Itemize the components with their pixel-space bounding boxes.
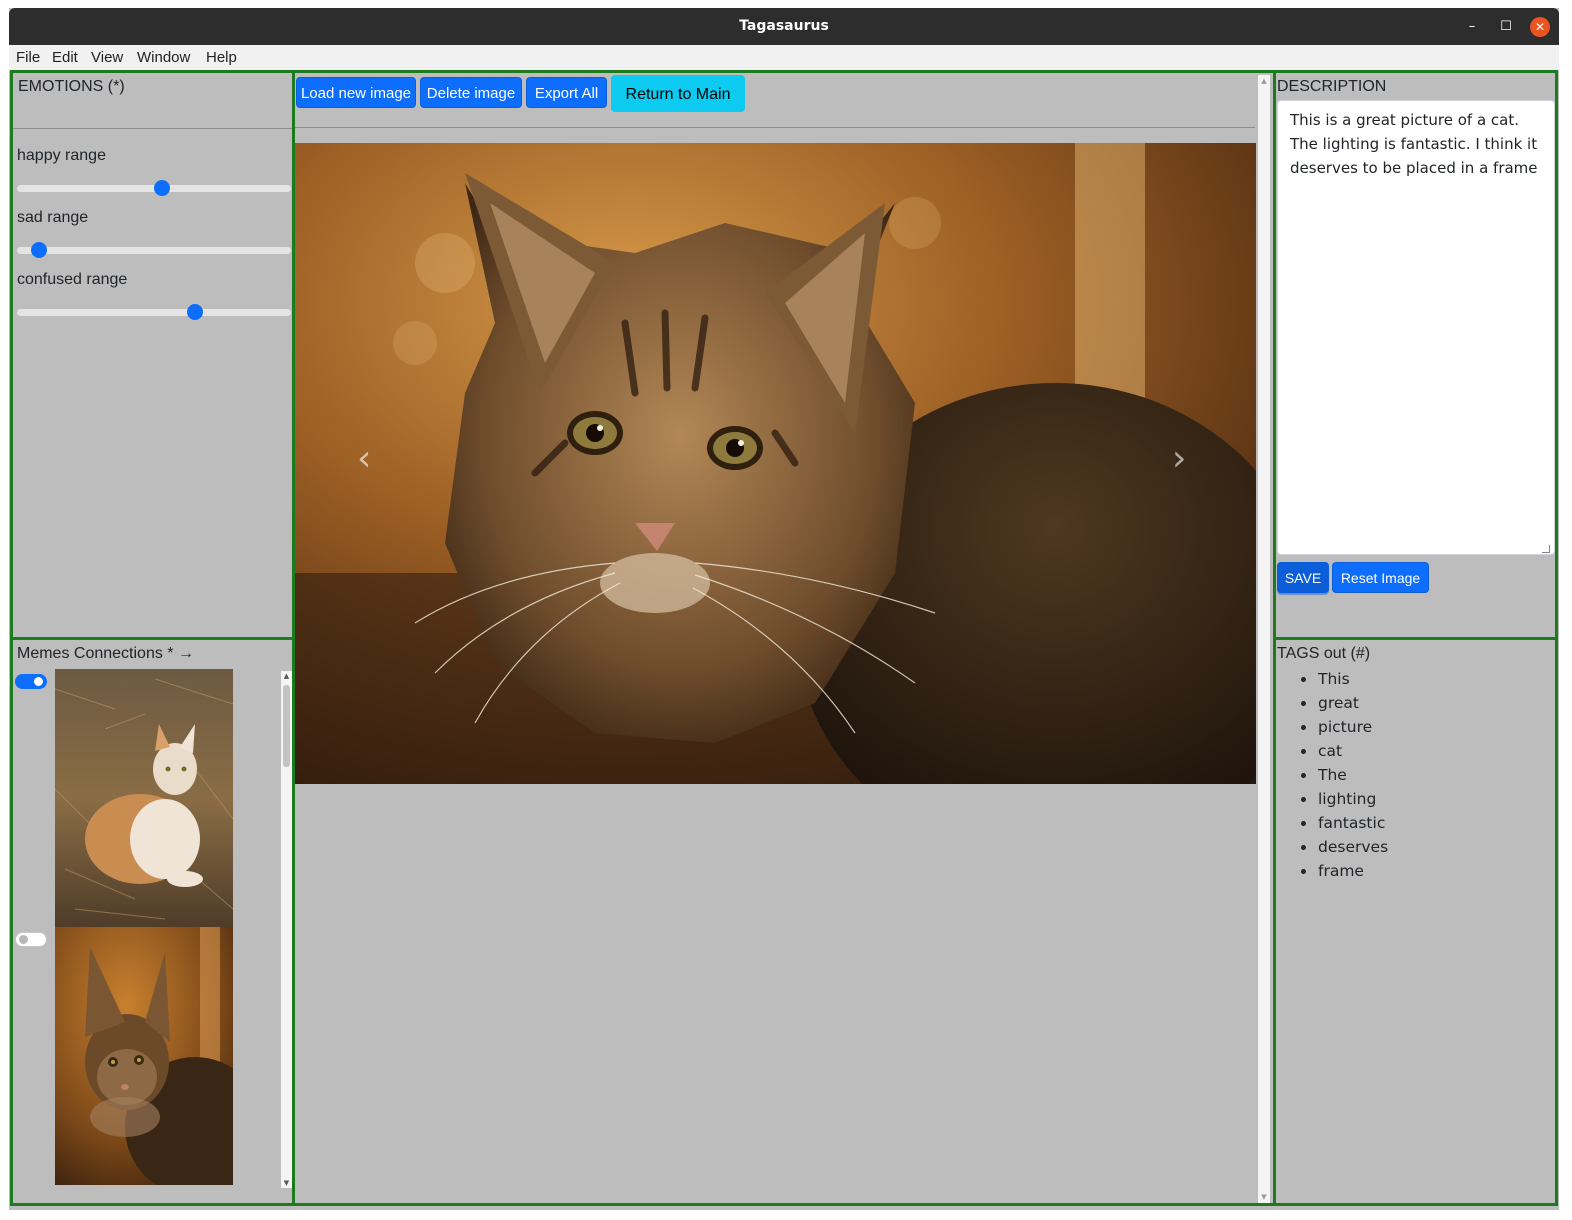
viewer-scrollbar[interactable]: ▲ ▼ bbox=[1258, 75, 1270, 1203]
app-window: Tagasaurus – ☐ ✕ File Edit View Window H… bbox=[9, 8, 1559, 1210]
title-bar[interactable]: Tagasaurus – ☐ ✕ bbox=[9, 8, 1559, 45]
resize-grip-icon[interactable] bbox=[1542, 545, 1550, 553]
emotions-panel: EMOTIONS (*) happy range sad range confu… bbox=[10, 70, 295, 640]
meme-item bbox=[13, 927, 280, 1185]
scroll-down-arrow-icon[interactable]: ▼ bbox=[281, 1179, 292, 1187]
return-to-main-button[interactable]: Return to Main bbox=[611, 75, 745, 112]
delete-image-button[interactable]: Delete image bbox=[420, 77, 522, 108]
scroll-down-arrow-icon[interactable]: ▼ bbox=[1258, 1193, 1270, 1201]
menu-file[interactable]: File bbox=[16, 49, 40, 66]
sad-range-label: sad range bbox=[17, 209, 89, 226]
description-heading: DESCRIPTION bbox=[1277, 78, 1387, 95]
tag-item: picture bbox=[1300, 715, 1388, 739]
tag-item: The bbox=[1300, 763, 1388, 787]
menu-bar: File Edit View Window Help bbox=[9, 45, 1559, 71]
maximize-icon[interactable]: ☐ bbox=[1496, 17, 1516, 37]
menu-edit[interactable]: Edit bbox=[52, 49, 78, 66]
menu-view[interactable]: View bbox=[91, 49, 123, 66]
emotions-divider bbox=[13, 128, 292, 129]
description-panel: DESCRIPTION This is a great picture of a… bbox=[1273, 70, 1558, 640]
meme-thumbnail-image[interactable] bbox=[55, 669, 233, 927]
export-all-button[interactable]: Export All bbox=[526, 77, 607, 108]
meme-toggle-switch[interactable] bbox=[15, 932, 47, 947]
tag-item: cat bbox=[1300, 739, 1388, 763]
main-image[interactable]: ‹ › bbox=[295, 143, 1256, 784]
tag-item: This bbox=[1300, 667, 1388, 691]
tag-item: frame bbox=[1300, 859, 1388, 883]
load-image-button[interactable]: Load new image bbox=[296, 77, 416, 108]
minimize-icon[interactable]: – bbox=[1462, 17, 1482, 37]
toggle-knob bbox=[34, 677, 43, 686]
tag-item: great bbox=[1300, 691, 1388, 715]
tag-item: fantastic bbox=[1300, 811, 1388, 835]
meme-toggle-switch[interactable] bbox=[15, 674, 47, 689]
save-button[interactable]: SAVE bbox=[1277, 562, 1329, 593]
happy-range-slider[interactable] bbox=[17, 180, 291, 196]
confused-range-slider[interactable] bbox=[17, 304, 291, 320]
emotions-heading: EMOTIONS (*) bbox=[18, 78, 125, 95]
window-title: Tagasaurus bbox=[739, 18, 829, 34]
tags-heading: TAGS out (#) bbox=[1277, 645, 1371, 662]
sad-range-slider[interactable] bbox=[17, 242, 291, 258]
menu-help[interactable]: Help bbox=[206, 49, 237, 66]
meme-item bbox=[13, 669, 280, 927]
scroll-up-arrow-icon[interactable]: ▲ bbox=[1258, 77, 1270, 85]
toolbar-divider bbox=[295, 127, 1255, 128]
happy-range-label: happy range bbox=[17, 147, 106, 164]
toggle-knob bbox=[19, 935, 28, 944]
description-textarea[interactable]: This is a great picture of a cat. The li… bbox=[1277, 100, 1555, 555]
image-viewer-panel: Load new image Delete image Export All R… bbox=[292, 70, 1276, 1206]
tag-list: This great picture cat The lighting fant… bbox=[1300, 667, 1388, 883]
tags-panel: TAGS out (#) This great picture cat The … bbox=[1273, 637, 1558, 1206]
meme-list bbox=[13, 669, 280, 1189]
confused-range-label: confused range bbox=[17, 271, 128, 288]
memes-panel: Memes Connections * → ▲ ▼ bbox=[10, 637, 295, 1206]
close-icon[interactable]: ✕ bbox=[1530, 17, 1550, 37]
menu-window[interactable]: Window bbox=[137, 49, 190, 66]
meme-list-scrollbar[interactable]: ▲ ▼ bbox=[281, 671, 292, 1188]
happy-range-thumb[interactable] bbox=[154, 180, 171, 196]
scrollbar-thumb[interactable] bbox=[283, 685, 290, 767]
carousel-prev-icon[interactable]: ‹ bbox=[357, 438, 371, 479]
reset-image-button[interactable]: Reset Image bbox=[1332, 562, 1429, 593]
tag-item: lighting bbox=[1300, 787, 1388, 811]
memes-heading: Memes Connections * → bbox=[17, 645, 194, 662]
sad-range-thumb[interactable] bbox=[30, 242, 47, 258]
confused-range-thumb[interactable] bbox=[187, 304, 204, 320]
tag-item: deserves bbox=[1300, 835, 1388, 859]
scroll-up-arrow-icon[interactable]: ▲ bbox=[281, 672, 292, 680]
meme-thumbnail-image[interactable] bbox=[55, 927, 233, 1185]
carousel-next-icon[interactable]: › bbox=[1172, 438, 1186, 479]
